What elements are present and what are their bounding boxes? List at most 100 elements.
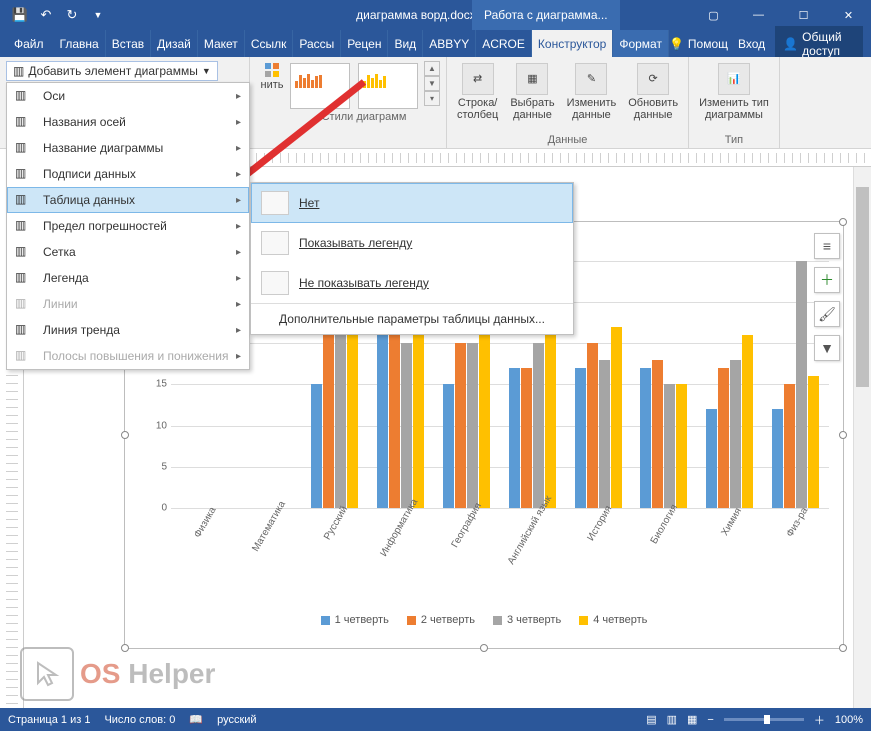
legend-item-3[interactable]: 4 четверть	[579, 614, 647, 626]
bar[interactable]	[455, 343, 466, 508]
tab-home[interactable]: Главна	[54, 30, 106, 57]
submenu-icon	[261, 231, 289, 255]
submenu-item-1[interactable]: Показывать легенду	[251, 223, 573, 263]
tab-view[interactable]: Вид	[388, 30, 423, 57]
tab-insert[interactable]: Встав	[106, 30, 151, 57]
tab-format[interactable]: Формат	[613, 30, 669, 57]
legend-item-1[interactable]: 2 четверть	[407, 614, 475, 626]
chart-style-2[interactable]	[358, 63, 418, 109]
bar[interactable]	[742, 335, 753, 508]
bar[interactable]	[796, 261, 807, 508]
tab-references[interactable]: Ссылк	[245, 30, 294, 57]
chart-layout-button[interactable]: ≡	[814, 233, 840, 259]
bar[interactable]	[730, 360, 741, 508]
menu-item-5[interactable]: ▥Предел погрешностей▸	[7, 213, 249, 239]
x-tick: Физ-ра	[785, 506, 811, 539]
bar[interactable]	[652, 360, 663, 508]
tab-review[interactable]: Рецен	[341, 30, 388, 57]
bar[interactable]	[706, 409, 717, 508]
vertical-scrollbar[interactable]	[853, 167, 871, 708]
switch-row-col-button[interactable]: ⇄Строка/ столбец	[453, 61, 502, 123]
style-gallery-nav[interactable]: ▲▼▾	[424, 61, 440, 111]
bar[interactable]	[311, 384, 322, 508]
add-chart-element-button[interactable]: ▥ Добавить элемент диаграммы ▼	[6, 61, 218, 81]
bar[interactable]	[611, 327, 622, 508]
chart-legend[interactable]: 1 четверть 2 четверть 3 четверть 4 четверть	[125, 614, 843, 626]
undo-icon[interactable]: ↶	[34, 3, 58, 27]
submenu-more[interactable]: Дополнительные параметры таблицы данных.…	[251, 303, 573, 334]
change-chart-type-button[interactable]: 📊Изменить тип диаграммы	[695, 61, 773, 123]
chart-style-1[interactable]	[290, 63, 350, 109]
bar[interactable]	[640, 368, 651, 508]
bar[interactable]	[413, 327, 424, 508]
bar[interactable]	[599, 360, 610, 508]
zoom-out-icon[interactable]: −	[707, 714, 713, 726]
bar[interactable]	[784, 384, 795, 508]
page-count[interactable]: Страница 1 из 1	[8, 714, 90, 726]
change-colors-button[interactable]: нить	[256, 61, 288, 93]
word-count[interactable]: Число слов: 0	[104, 714, 175, 726]
save-icon[interactable]: 💾	[8, 3, 32, 27]
y-tick: 10	[156, 420, 167, 431]
tab-mailings[interactable]: Рассы	[293, 30, 341, 57]
menu-item-7[interactable]: ▥Легенда▸	[7, 265, 249, 291]
tab-acrobat[interactable]: ACROE	[476, 30, 532, 57]
tab-constructor[interactable]: Конструктор	[532, 30, 613, 57]
tell-me[interactable]: 💡 Помощ	[669, 37, 728, 51]
redo-icon[interactable]: ↻	[60, 3, 84, 27]
refresh-data-button[interactable]: ⟳Обновить данные	[624, 61, 682, 123]
tab-abbyy[interactable]: ABBYY	[423, 30, 476, 57]
menu-icon: ▥	[15, 296, 35, 312]
chart-filters-button[interactable]: ▼	[814, 335, 840, 361]
edit-data-button[interactable]: ✎Изменить данные	[563, 61, 621, 123]
bar[interactable]	[533, 343, 544, 508]
menu-item-2[interactable]: ▥Название диаграммы▸	[7, 135, 249, 161]
bar[interactable]	[443, 384, 454, 508]
submenu-icon	[261, 191, 289, 215]
read-mode-icon[interactable]: ▤	[646, 713, 656, 726]
x-tick: История	[585, 504, 614, 543]
submenu-item-2[interactable]: Не показывать легенду	[251, 263, 573, 303]
bar[interactable]	[718, 368, 729, 508]
bar[interactable]	[772, 409, 783, 508]
print-layout-icon[interactable]: ▥	[667, 713, 677, 726]
bar[interactable]	[401, 343, 412, 508]
legend-item-2[interactable]: 3 четверть	[493, 614, 561, 626]
qat-dropdown-icon[interactable]: ▼	[86, 3, 110, 27]
tab-design[interactable]: Дизай	[151, 30, 198, 57]
bar[interactable]	[467, 343, 478, 508]
zoom-in-icon[interactable]: ＋	[814, 712, 825, 728]
menu-item-1[interactable]: ▥Названия осей▸	[7, 109, 249, 135]
web-layout-icon[interactable]: ▦	[687, 713, 697, 726]
zoom-slider[interactable]	[724, 718, 804, 721]
bar[interactable]	[575, 368, 586, 508]
menu-item-3[interactable]: ▥Подписи данных▸	[7, 161, 249, 187]
bar[interactable]	[676, 384, 687, 508]
legend-item-0[interactable]: 1 четверть	[321, 614, 389, 626]
chart-type-icon: 📊	[718, 63, 750, 95]
menu-icon: ▥	[15, 244, 35, 260]
menu-item-4[interactable]: ▥Таблица данных▸	[7, 187, 249, 213]
menu-item-0[interactable]: ▥Оси▸	[7, 83, 249, 109]
tab-layout[interactable]: Макет	[198, 30, 245, 57]
chart-elements-button[interactable]: ＋	[814, 267, 840, 293]
tab-file[interactable]: Файл	[4, 30, 54, 57]
bar[interactable]	[664, 384, 675, 508]
bar[interactable]	[545, 335, 556, 508]
sign-in[interactable]: Вход	[738, 37, 765, 51]
bar[interactable]	[479, 335, 490, 508]
ribbon-options-icon[interactable]: ▢	[691, 0, 736, 30]
bar[interactable]	[521, 368, 532, 508]
zoom-level[interactable]: 100%	[835, 714, 863, 726]
menu-item-6[interactable]: ▥Сетка▸	[7, 239, 249, 265]
chart-styles-button[interactable]: 🖌	[814, 301, 840, 327]
bar[interactable]	[587, 343, 598, 508]
proofing-icon[interactable]: 📖	[189, 713, 203, 726]
group-type: Тип	[725, 134, 743, 146]
submenu-item-0[interactable]: Нет	[251, 183, 573, 223]
bar[interactable]	[509, 368, 520, 508]
language[interactable]: русский	[217, 714, 256, 726]
select-data-button[interactable]: ▦Выбрать данные	[506, 61, 558, 123]
menu-item-9[interactable]: ▥Линия тренда▸	[7, 317, 249, 343]
bar[interactable]	[808, 376, 819, 508]
